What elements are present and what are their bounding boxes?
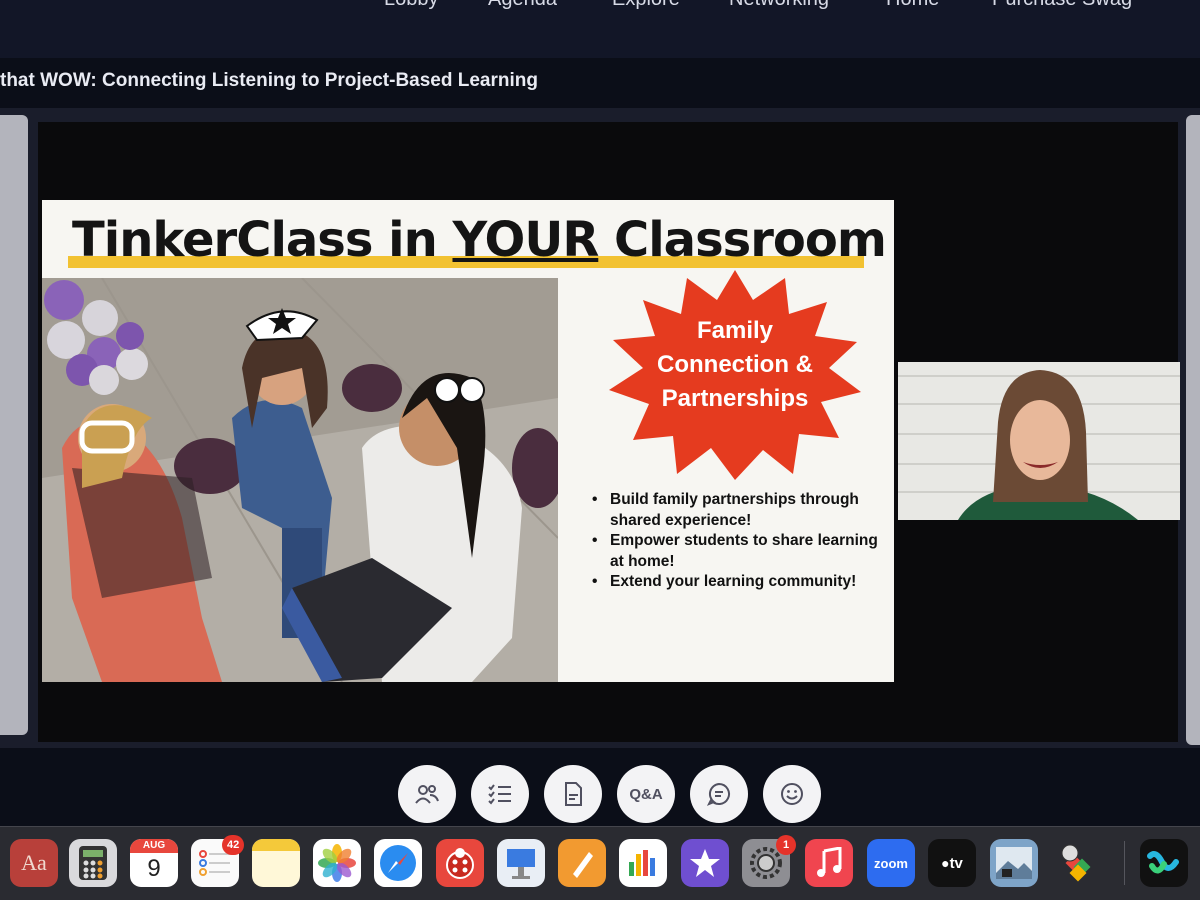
bullet-item: Extend your learning community! [590,572,880,593]
calculator-icon [79,846,107,880]
burst-text: Family Connection & Partnerships [607,314,863,416]
classroom-photo [42,278,558,682]
notes-header-strip [252,839,300,851]
preview-app-icon[interactable] [990,839,1038,887]
slide-bullets: Build family partnerships through shared… [590,490,880,593]
calendar-app-icon[interactable]: AUG 9 [130,839,178,887]
keynote-app-icon[interactable] [497,839,545,887]
left-panel-edge[interactable] [0,115,28,735]
slide-title-emphasis: YOUR [452,212,599,268]
site-top-nav: Lobby Agenda Explore Networking Home Pur… [0,0,1200,58]
custom-app-icon[interactable] [1052,839,1100,887]
document-icon [565,782,582,806]
photos-app-icon[interactable] [313,839,361,887]
apple-tv-app-icon[interactable]: ● tv [928,839,976,887]
slide-title-part3: Classroom [598,212,887,268]
macos-dock: Aa AUG 9 42 1 zoom ● tv [0,826,1200,900]
calculator-app-icon[interactable] [69,839,117,887]
dictionary-app-icon[interactable]: Aa [10,839,58,887]
reminders-badge: 42 [222,835,245,855]
nav-explore[interactable]: Explore [612,0,680,11]
right-panel-edge[interactable] [1186,115,1200,745]
safari-app-icon[interactable] [374,839,422,887]
nav-networking[interactable]: Networking [729,0,829,11]
speaker-video-frame [898,362,1180,520]
apple-icon: ● [941,855,950,871]
speaker-video[interactable] [898,362,1180,520]
reactions-button[interactable] [763,765,821,823]
webex-icon [1147,851,1179,874]
burst-line-1: Family [696,317,774,344]
ladybug-app-icon[interactable] [436,839,484,887]
imovie-app-icon[interactable] [681,839,729,887]
bar-chart-icon [629,850,655,876]
landscape-photo-icon [996,847,1032,879]
nav-lobby[interactable]: Lobby [384,0,439,11]
compass-icon [380,845,416,881]
polls-button[interactable] [471,765,529,823]
qa-button[interactable]: Q&A [617,765,675,823]
burst-line-3: Partnerships [661,385,809,412]
resources-button[interactable] [544,765,602,823]
bullet-item: Build family partnerships through shared… [590,490,880,531]
star-icon [690,849,720,877]
keynote-podium-icon [507,849,535,879]
notes-app-icon[interactable] [252,839,300,887]
webex-app-icon[interactable] [1140,839,1188,887]
burst-line-2: Connection & [657,351,813,378]
music-note-icon [817,847,842,877]
attendees-button[interactable] [398,765,456,823]
music-app-icon[interactable] [805,839,853,887]
zoom-app-icon[interactable]: zoom [867,839,915,887]
ladybug-icon [446,848,474,879]
chat-bubble-icon [707,782,730,806]
presentation-slide: TinkerClass in YOUR Classroom Family Con… [42,200,894,682]
session-controls: Q&A [398,765,828,825]
slide-title-part1: TinkerClass in [72,212,453,268]
settings-badge: 1 [776,835,796,855]
people-icon [415,785,439,804]
checklist-icon [488,784,511,805]
pages-app-icon[interactable] [558,839,606,887]
slide-title: TinkerClass in YOUR Classroom [72,212,887,268]
bullet-item: Empower students to share learning at ho… [590,531,880,572]
calendar-day: 9 [147,855,161,882]
burst-callout: Family Connection & Partnerships [607,270,863,480]
calendar-month: AUG [130,839,178,853]
photos-flower-icon [318,844,356,882]
classroom-photo-illustration [42,278,558,682]
mascot-icon [1061,844,1091,882]
nav-purchase-swag[interactable]: Purchase Swag [992,0,1132,11]
numbers-app-icon[interactable] [619,839,667,887]
chat-button[interactable] [690,765,748,823]
session-title: that WOW: Connecting Listening to Projec… [0,70,538,91]
pen-icon [573,852,593,878]
apple-tv-label: tv [949,854,963,872]
nav-agenda[interactable]: Agenda [488,0,557,11]
nav-home[interactable]: Home [886,0,939,11]
smiley-icon [781,783,803,805]
dock-divider [1124,841,1125,885]
